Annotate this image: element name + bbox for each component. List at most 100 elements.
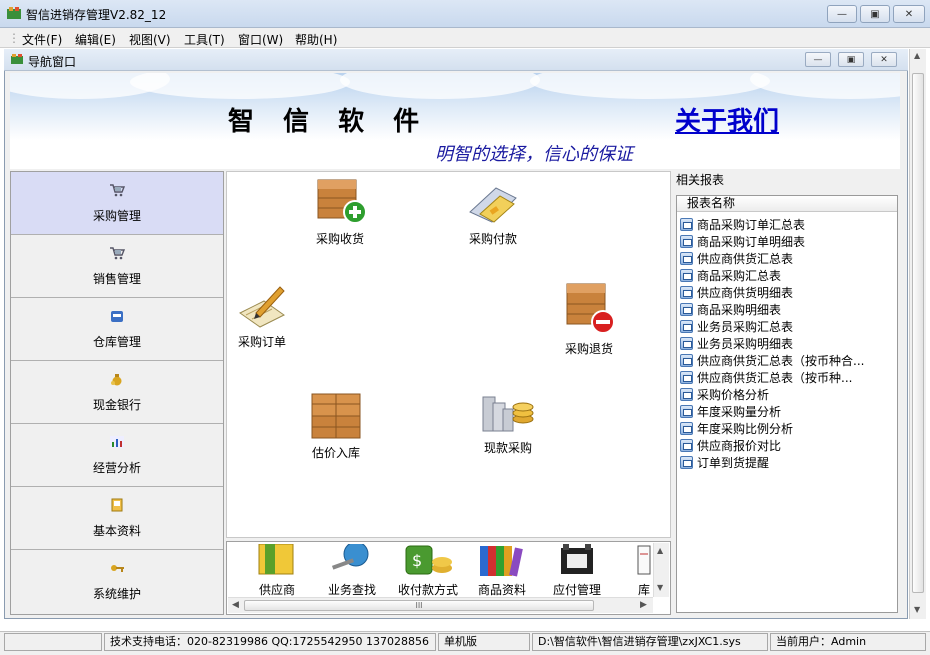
- reports-column-header[interactable]: 报表名称: [677, 196, 897, 212]
- slogan: 明智的选择，信心的保证: [435, 144, 633, 165]
- scroll-thumb[interactable]: III: [244, 600, 594, 611]
- crate-add-icon: [317, 179, 367, 224]
- maximize-button[interactable]: ▣: [860, 5, 890, 23]
- scroll-down-icon[interactable]: ▼: [914, 605, 920, 614]
- close-button[interactable]: ✕: [893, 5, 925, 23]
- nav-item-system[interactable]: 系统维护: [11, 550, 223, 613]
- supplier-icon: [258, 544, 294, 575]
- report-item[interactable]: 采购价格分析: [680, 386, 769, 403]
- module-nav: 采购管理 销售管理 仓库管理 现金银行 经营分析 基本资料 系统维护: [10, 171, 224, 615]
- status-mode: 单机版: [438, 633, 530, 651]
- crate-remove-icon: [566, 283, 615, 334]
- minimize-icon: —: [837, 8, 847, 20]
- purchase-payment-button[interactable]: 采购付款: [466, 184, 520, 247]
- strip-label: 供应商: [258, 583, 295, 597]
- nav-item-cash-bank[interactable]: 现金银行: [11, 361, 223, 424]
- report-item[interactable]: 业务员采购汇总表: [680, 318, 793, 335]
- payment-card-icon: [469, 187, 517, 223]
- report-item[interactable]: 供应商供货汇总表（按币种合...: [680, 352, 864, 369]
- report-item[interactable]: 年度采购量分析: [680, 403, 781, 420]
- menu-help[interactable]: 帮助(H): [295, 31, 337, 48]
- child-restore-button[interactable]: ▣: [838, 52, 864, 67]
- report-item[interactable]: 商品采购汇总表: [680, 267, 781, 284]
- product-data-shortcut[interactable]: 商品资料: [478, 544, 526, 598]
- nav-item-purchase[interactable]: 采购管理: [11, 172, 223, 235]
- menu-tools[interactable]: 工具(T): [184, 31, 225, 48]
- strip-vertical-scrollbar[interactable]: ▲ ▼: [653, 543, 669, 597]
- books-icon: [480, 546, 523, 577]
- strip-label: 应付管理: [553, 583, 602, 597]
- book-icon: [111, 498, 123, 511]
- partial-icon: [637, 545, 651, 575]
- report-icon: [680, 354, 693, 367]
- report-icon: [680, 422, 693, 435]
- nav-item-label: 基本资料: [92, 523, 141, 538]
- menu-window[interactable]: 窗口(W): [238, 31, 283, 48]
- report-icon: [680, 405, 693, 418]
- nav-item-label: 经营分析: [92, 460, 141, 475]
- estimated-stock-in-button[interactable]: 估价入库: [308, 390, 364, 461]
- report-item[interactable]: 业务员采购明细表: [680, 335, 793, 352]
- scroll-thumb[interactable]: [912, 73, 924, 593]
- report-icon: [680, 456, 693, 469]
- report-item[interactable]: 供应商报价对比: [680, 437, 781, 454]
- report-item[interactable]: 订单到货提醒: [680, 454, 769, 471]
- minimize-button[interactable]: —: [827, 5, 857, 23]
- inventory-shortcut[interactable]: 库: [636, 544, 652, 598]
- business-search-shortcut[interactable]: 业务查找: [328, 544, 376, 598]
- purchase-receipt-button[interactable]: 采购收货: [312, 174, 368, 247]
- cash-purchase-button[interactable]: 现款采购: [479, 391, 537, 456]
- nav-item-label: 销售管理: [92, 271, 141, 286]
- nav-item-basic-data[interactable]: 基本资料: [11, 487, 223, 550]
- nav-item-sales[interactable]: 销售管理: [11, 235, 223, 298]
- about-us-link[interactable]: 关于我们: [675, 101, 779, 138]
- report-item[interactable]: 供应商供货汇总表（按币种...: [680, 369, 852, 386]
- status-support: 技术支持电话：020-82319986 QQ:1725542950 137028…: [104, 633, 436, 651]
- menu-edit[interactable]: 编辑(E): [75, 31, 116, 48]
- nav-item-analysis[interactable]: 经营分析: [11, 424, 223, 487]
- purchase-order-button[interactable]: 采购订单: [236, 283, 288, 350]
- maximize-icon: ▣: [870, 8, 880, 20]
- search-globe-icon: [331, 544, 369, 570]
- report-item[interactable]: 供应商供货明细表: [680, 284, 793, 301]
- status-user: 当前用户：Admin: [770, 633, 926, 651]
- scroll-up-icon[interactable]: ▲: [657, 546, 663, 555]
- payables-shortcut[interactable]: 应付管理: [553, 544, 601, 598]
- scroll-right-icon[interactable]: ▶: [640, 600, 647, 610]
- brand-title: 智 信 软 件: [228, 107, 430, 137]
- window-vertical-scrollbar[interactable]: ▲ ▼: [909, 49, 926, 619]
- key-icon: [111, 565, 124, 572]
- scroll-down-icon[interactable]: ▼: [657, 583, 663, 592]
- reports-title: 相关报表: [676, 173, 725, 187]
- workspace-label: 采购退货: [564, 342, 613, 356]
- warehouse-icon: [111, 310, 123, 322]
- menu-file[interactable]: 文件(F): [22, 31, 62, 48]
- strip-horizontal-scrollbar[interactable]: ◀ III ▶: [228, 597, 653, 613]
- report-item[interactable]: 年度采购比例分析: [680, 420, 793, 437]
- payment-method-shortcut[interactable]: $ 收付款方式: [398, 544, 458, 598]
- workspace-label: 现款采购: [483, 441, 532, 455]
- nav-item-warehouse[interactable]: 仓库管理: [11, 298, 223, 361]
- report-item[interactable]: 商品采购订单明细表: [680, 233, 805, 250]
- film-icon: [561, 544, 593, 574]
- menu-grip: ⋮: [8, 31, 20, 45]
- cash-purchase-icon: [482, 396, 534, 432]
- close-icon: ✕: [904, 8, 914, 20]
- purchase-return-button[interactable]: 采购退货: [561, 280, 617, 357]
- report-item[interactable]: 商品采购明细表: [680, 301, 781, 318]
- report-item[interactable]: 供应商供货汇总表: [680, 250, 793, 267]
- scroll-left-icon[interactable]: ◀: [232, 600, 239, 610]
- nav-item-label: 系统维护: [92, 587, 141, 601]
- child-window-title: 导航窗口: [28, 55, 77, 69]
- report-icon: [680, 269, 693, 282]
- child-close-button[interactable]: ✕: [871, 52, 897, 67]
- svg-text:$: $: [412, 551, 422, 570]
- scroll-up-icon[interactable]: ▲: [914, 51, 920, 60]
- child-minimize-button[interactable]: —: [805, 52, 831, 67]
- money-bag-icon: [111, 373, 122, 385]
- report-icon: [680, 439, 693, 452]
- report-icon: [680, 252, 693, 265]
- report-item[interactable]: 商品采购订单汇总表: [680, 216, 805, 233]
- supplier-shortcut[interactable]: 供应商: [255, 544, 299, 598]
- menu-view[interactable]: 视图(V): [129, 31, 171, 48]
